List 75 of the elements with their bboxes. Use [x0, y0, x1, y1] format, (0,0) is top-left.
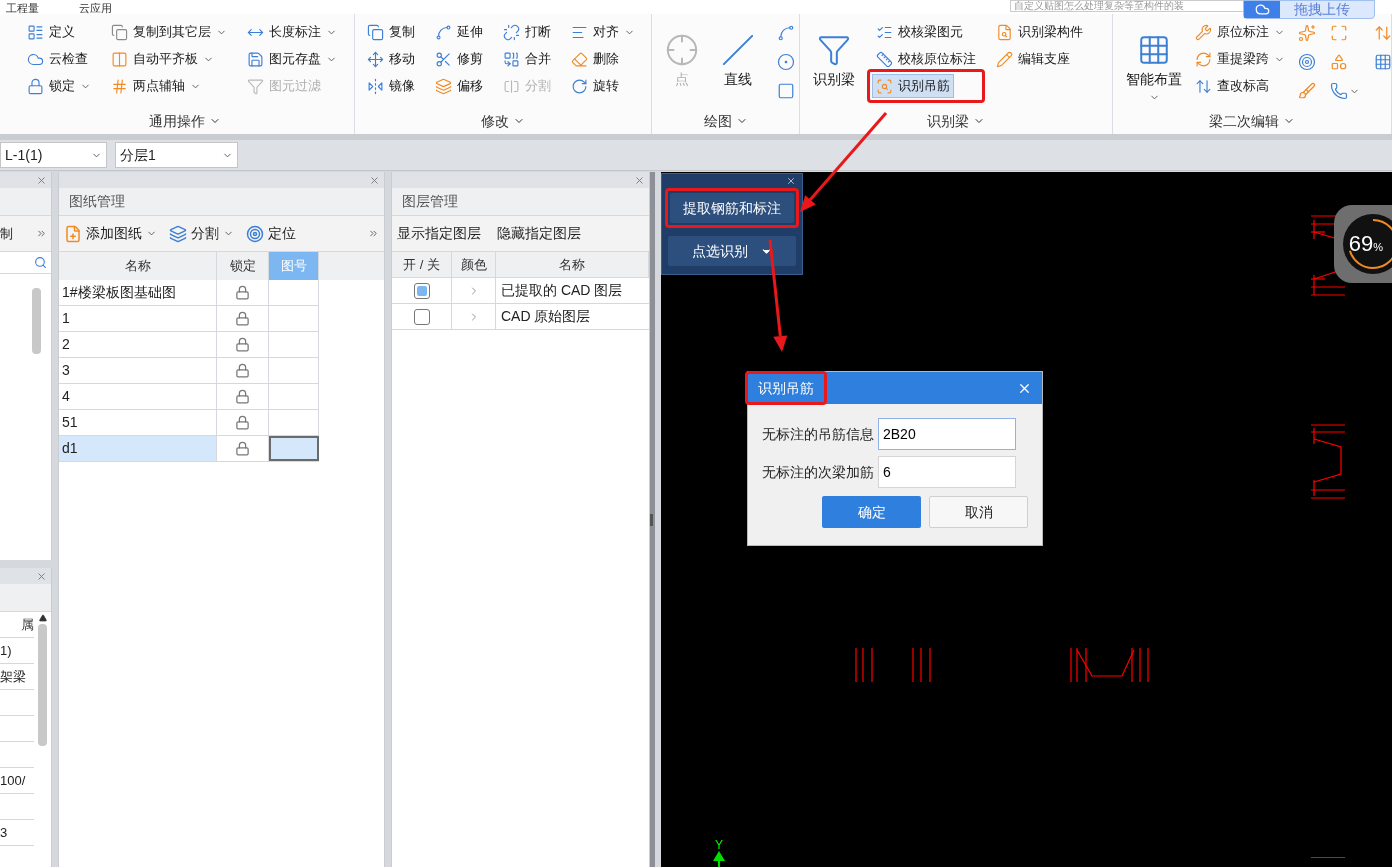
column-header: 属: [21, 615, 35, 634]
toolbar-button[interactable]: 显示指定图层: [397, 223, 481, 244]
ribbon-button[interactable]: 编辑支座: [992, 47, 1087, 71]
ribbon-button[interactable]: 两点辅轴: [107, 74, 231, 98]
ribbon-button[interactable]: 长度标注: [243, 20, 341, 44]
ribbon-button[interactable]: 打断: [499, 20, 555, 44]
ribbon-button[interactable]: 锁定: [23, 74, 95, 98]
text-field[interactable]: 6: [878, 456, 1016, 488]
group-title[interactable]: 识别梁: [927, 110, 985, 132]
menu-tab[interactable]: 工程量: [6, 2, 39, 14]
menu-tab[interactable]: 云应用: [79, 2, 112, 14]
ribbon-button[interactable]: 自动平齐板: [107, 47, 231, 71]
ribbon-button[interactable]: 删除: [567, 47, 639, 71]
ribbon-button[interactable]: 重提梁跨: [1191, 47, 1289, 71]
dialog-button[interactable]: 取消: [929, 496, 1028, 528]
table-cell-text: 1): [0, 641, 12, 660]
table-cell-text: 已提取的 CAD 图层: [500, 281, 624, 300]
table-row[interactable]: 2: [59, 332, 319, 358]
ribbon-button[interactable]: 智能布置: [1121, 28, 1187, 104]
gauge-reading: 69%: [1348, 233, 1384, 255]
ribbon-button[interactable]: 偏移: [431, 74, 487, 98]
panel-title: 图层管理: [402, 192, 458, 211]
ribbon-button[interactable]: 复制到其它层: [107, 20, 231, 44]
ribbon-button[interactable]: 定义: [23, 20, 95, 44]
dialog-button[interactable]: 确定: [822, 496, 921, 528]
ribbon-button[interactable]: 云检查: [23, 47, 95, 71]
toolbar-button[interactable]: 定位: [246, 223, 296, 244]
ribbon-button[interactable]: 复制: [363, 20, 419, 44]
ribbon-button[interactable]: 修剪: [431, 47, 487, 71]
ribbon-button[interactable]: 延伸: [431, 20, 487, 44]
dropdown[interactable]: L-1(1): [0, 142, 107, 168]
table-row[interactable]: 1: [59, 306, 319, 332]
table-row[interactable]: 1#楼梁板图基础图: [59, 280, 319, 306]
ribbon-button[interactable]: 校核梁图元: [872, 20, 980, 44]
group-title[interactable]: 绘图: [703, 110, 748, 132]
table-row[interactable]: 3: [59, 358, 319, 384]
dropdown[interactable]: 分层1: [115, 142, 238, 168]
toolbar-button[interactable]: 隐藏指定图层: [497, 223, 581, 244]
ribbon-button[interactable]: 镜像: [363, 74, 419, 98]
text-field[interactable]: 2B20: [878, 418, 1016, 450]
column-header: 名称: [496, 252, 649, 277]
table-row[interactable]: 51: [59, 410, 319, 436]
panel-title: 图纸管理: [69, 192, 125, 211]
toolbar-button[interactable]: 添加图纸: [64, 223, 157, 244]
column-header: 颜色: [452, 252, 496, 277]
ribbon-button[interactable]: 识别梁构件: [992, 20, 1087, 44]
group-title[interactable]: 修改: [481, 110, 525, 132]
ribbon-button[interactable]: 移动: [363, 47, 419, 71]
table-cell-text: CAD 原始图层: [500, 307, 592, 326]
ribbon-button[interactable]: 旋转: [567, 74, 639, 98]
ribbon-button[interactable]: 直线: [716, 28, 760, 91]
ribbon-button[interactable]: 合并: [499, 47, 555, 71]
toolbar-label[interactable]: 制: [0, 223, 13, 244]
table-row[interactable]: d1: [59, 436, 319, 462]
column-header: 开 / 关: [392, 252, 452, 277]
ribbon-button[interactable]: 查改标高: [1191, 74, 1289, 98]
panel-button[interactable]: 提取钢筋和标注: [670, 193, 794, 223]
field-label: 无标注的吊筋信息: [762, 424, 874, 444]
ribbon-button[interactable]: 校核原位标注: [872, 47, 980, 71]
toolbar-button[interactable]: 分割: [169, 223, 234, 244]
ribbon-button[interactable]: 对齐: [567, 20, 639, 44]
ribbon-button[interactable]: 识别吊筋: [872, 74, 954, 98]
panel-button[interactable]: 点选识别: [668, 236, 796, 266]
table-cell-text: 架梁: [0, 667, 26, 686]
ribbon-button[interactable]: 识别梁: [808, 28, 860, 91]
table-row[interactable]: 4: [59, 384, 319, 410]
ribbon-button[interactable]: 原位标注: [1191, 20, 1289, 44]
table-cell-text: 3: [0, 823, 8, 842]
group-title[interactable]: 梁二次编辑: [1209, 110, 1295, 132]
field-label: 无标注的次梁加筋: [762, 462, 874, 482]
table-cell-text: 100/: [0, 771, 26, 790]
ribbon-button[interactable]: 图元存盘: [243, 47, 341, 71]
dialog-title: 识别吊筋: [757, 379, 815, 398]
group-title[interactable]: 通用操作: [148, 110, 221, 132]
axis-label: Y: [715, 839, 723, 851]
